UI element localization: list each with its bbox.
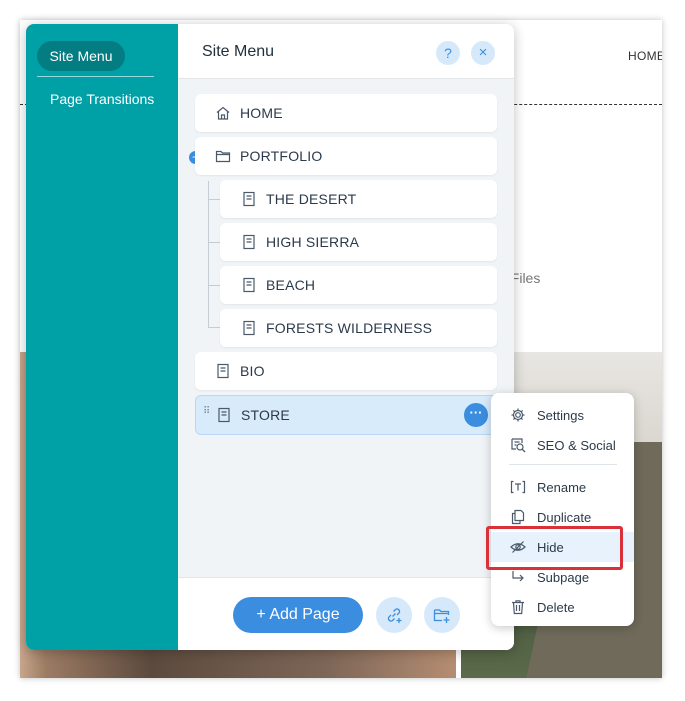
page-icon <box>217 363 229 379</box>
menu-item-settings[interactable]: Settings <box>491 400 634 430</box>
site-menu-main: Site Menu ? × − HOME PORTFOLIO <box>178 24 514 650</box>
more-actions-button[interactable]: ··· <box>464 403 488 427</box>
panel-footer: + Add Page <box>178 577 514 650</box>
panel-sidebar: Site Menu Page Transitions <box>26 24 178 650</box>
panel-title: Site Menu <box>202 43 275 60</box>
page-item-store[interactable]: ⠿ STORE ··· <box>195 395 499 435</box>
page-label: FORESTS WILDERNESS <box>266 320 433 336</box>
page-label: HIGH SIERRA <box>266 234 360 250</box>
add-folder-icon <box>433 609 450 623</box>
page-label: BIO <box>240 363 265 379</box>
menu-item-delete[interactable]: Delete <box>491 592 634 622</box>
highlight-annotation-box <box>486 526 623 570</box>
menu-item-label: Duplicate <box>537 510 592 525</box>
tree-line <box>208 199 220 200</box>
close-button[interactable]: × <box>471 41 495 65</box>
sidebar-item-page-transitions[interactable]: Page Transitions <box>50 91 154 107</box>
menu-item-label: Subpage <box>537 570 590 585</box>
menu-item-label: Delete <box>537 600 575 615</box>
page-icon <box>218 407 230 423</box>
tree-line <box>208 242 220 243</box>
menu-item-label: Settings <box>537 408 584 423</box>
sidebar-item-site-menu[interactable]: Site Menu <box>37 41 125 71</box>
menu-item-seo-social[interactable]: SEO & Social <box>491 430 634 460</box>
add-page-button[interactable]: + Add Page <box>233 597 363 633</box>
site-nav-home: HOME <box>628 49 662 63</box>
help-button[interactable]: ? <box>436 41 460 65</box>
seo-icon <box>511 438 526 453</box>
drag-handle-icon[interactable]: ⠿ <box>203 407 210 417</box>
page-item-bio[interactable]: BIO <box>195 352 497 390</box>
tree-line <box>208 285 220 286</box>
page-label: BEACH <box>266 277 316 293</box>
page-item-home[interactable]: HOME <box>195 94 497 132</box>
page-icon <box>243 191 255 207</box>
page-icon <box>243 320 255 336</box>
add-link-button[interactable] <box>376 597 412 633</box>
menu-item-rename[interactable]: Rename <box>491 472 634 502</box>
panel-header: Site Menu ? × <box>178 24 514 79</box>
page-item-portfolio[interactable]: PORTFOLIO <box>195 137 497 175</box>
add-folder-button[interactable] <box>424 597 460 633</box>
trash-icon <box>512 600 524 615</box>
gear-icon <box>511 408 525 422</box>
menu-separator <box>509 464 617 465</box>
page-item-beach[interactable]: BEACH <box>220 266 497 304</box>
page-label: PORTFOLIO <box>240 148 323 164</box>
subpage-icon <box>512 571 524 582</box>
page-item-the-desert[interactable]: THE DESERT <box>220 180 497 218</box>
add-link-icon <box>387 608 402 623</box>
home-icon <box>216 106 230 120</box>
page-label: STORE <box>241 407 290 423</box>
site-menu-panel: Site Menu Page Transitions Site Menu ? ×… <box>26 24 514 650</box>
folder-icon <box>215 150 231 163</box>
tree-line <box>208 327 220 328</box>
page-item-forests-wilderness[interactable]: FORESTS WILDERNESS <box>220 309 497 347</box>
page-label: HOME <box>240 105 283 121</box>
duplicate-icon <box>511 509 525 525</box>
page-label: THE DESERT <box>266 191 357 207</box>
menu-item-label: SEO & Social <box>537 438 616 453</box>
page-item-high-sierra[interactable]: HIGH SIERRA <box>220 223 497 261</box>
page-context-menu: Settings SEO & Social Rename Duplicate H… <box>491 393 634 626</box>
tree-line <box>208 181 209 327</box>
page-icon <box>243 234 255 250</box>
rename-icon <box>510 480 526 494</box>
page-icon <box>243 277 255 293</box>
menu-item-label: Rename <box>537 480 587 495</box>
sidebar-divider <box>37 76 154 77</box>
